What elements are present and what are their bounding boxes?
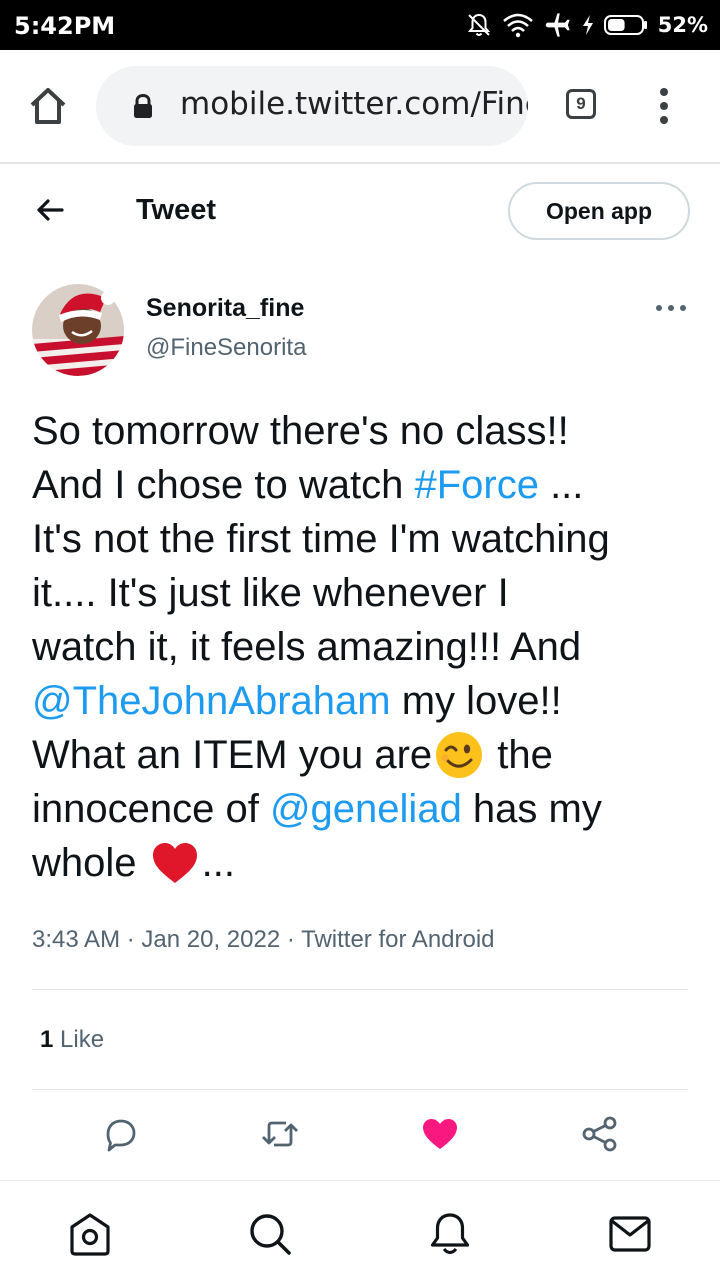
charging-icon — [582, 15, 593, 35]
like-label: Like — [60, 1026, 105, 1053]
tweet-text-segment: the — [486, 733, 553, 777]
messages-icon[interactable] — [608, 1211, 652, 1257]
tweet-time[interactable]: 3:43 AM — [32, 926, 120, 953]
tweet-text-segment: So tomorrow there's no class!! — [32, 409, 569, 453]
tweet-text-line: it.... It's just like whenever I — [32, 566, 698, 620]
tweet-text-line: It's not the first time I'm watching — [32, 512, 698, 566]
user-handle[interactable]: @FineSenorita — [146, 334, 306, 362]
status-time: 5:42PM — [14, 12, 116, 40]
tweet-text-segment: What an ITEM you are — [32, 733, 433, 777]
tweet-text-segment: has my — [461, 787, 602, 831]
mention-link[interactable]: @geneliad — [270, 787, 462, 831]
home-icon[interactable] — [26, 84, 70, 128]
tweet-text-segment: And I chose to watch — [32, 463, 415, 507]
tweet-meta: 3:43 AM · Jan 20, 2022 · Twitter for And… — [32, 926, 495, 954]
more-options-icon[interactable] — [654, 300, 688, 316]
battery-percent: 52% — [657, 13, 708, 37]
winking-face-emoji — [432, 730, 486, 780]
arrow-left-icon[interactable] — [32, 192, 68, 228]
tweet-text-segment: innocence of — [32, 787, 270, 831]
divider — [32, 1089, 688, 1090]
airplane-icon — [545, 13, 570, 37]
meta-separator: · — [126, 926, 135, 953]
status-bar: 5:42PM 52% — [0, 0, 720, 50]
page-title: Tweet — [136, 194, 217, 226]
meta-separator: · — [286, 926, 295, 953]
tweet-text-segment: ... — [538, 463, 584, 507]
tweet-text-line: So tomorrow there's no class!! — [32, 404, 698, 458]
tweet-text-segment: It's not the first time I'm watching — [32, 517, 610, 561]
page-header: Tweet Open app — [0, 164, 720, 258]
tweet-text-line: @TheJohnAbraham my love!! — [32, 674, 698, 728]
tweet-source[interactable]: Twitter for Android — [301, 926, 494, 953]
wifi-icon — [502, 13, 533, 38]
tweet-text-line: watch it, it feels amazing!!! And — [32, 620, 698, 674]
tweet-text-line: whole ... — [32, 836, 698, 890]
tweet-text-line: innocence of @geneliad has my — [32, 782, 698, 836]
mention-link[interactable]: @TheJohnAbraham — [32, 679, 391, 723]
tab-switcher-button[interactable]: 9 — [566, 89, 596, 119]
bottom-navigation — [0, 1180, 720, 1281]
status-icons: 52% — [466, 8, 708, 42]
home-icon[interactable] — [68, 1211, 112, 1257]
share-icon[interactable] — [580, 1114, 620, 1154]
like-count: 1 — [40, 1026, 54, 1053]
tweet-text-segment: ... — [201, 841, 235, 885]
url-text: mobile.twitter.com/FineSenorita — [180, 86, 528, 122]
tweet-text: So tomorrow there's no class!! And I chos… — [32, 404, 698, 890]
address-bar[interactable]: mobile.twitter.com/FineSenorita — [96, 66, 528, 146]
hashtag-link[interactable]: #Force — [414, 463, 539, 507]
red-heart-emoji — [148, 838, 202, 888]
search-icon[interactable] — [248, 1211, 292, 1257]
battery-icon — [603, 15, 647, 35]
tweet-text-segment: it.... It's just like whenever I — [32, 571, 509, 615]
reply-icon[interactable] — [100, 1114, 140, 1154]
display-name[interactable]: Senorita_fine — [146, 294, 304, 323]
browser-toolbar: mobile.twitter.com/FineSenorita 9 — [0, 50, 720, 164]
like-icon[interactable] — [420, 1114, 460, 1154]
like-count-link[interactable]: 1 Like — [40, 1026, 104, 1054]
mute-icon — [467, 13, 490, 36]
tweet-text-segment: my love!! — [390, 679, 562, 723]
tweet-text-segment: whole — [32, 841, 148, 885]
tweet-text-segment: watch it, it feels amazing!!! And — [32, 625, 582, 669]
tweet-text-line: What an ITEM you are the — [32, 728, 698, 782]
tweet-date[interactable]: Jan 20, 2022 — [141, 926, 280, 953]
retweet-icon[interactable] — [260, 1114, 300, 1154]
divider — [32, 989, 688, 990]
notifications-icon[interactable] — [428, 1211, 472, 1257]
tweet-text-line: And I chose to watch #Force ... — [32, 458, 698, 512]
avatar[interactable] — [32, 284, 124, 376]
open-app-button[interactable]: Open app — [508, 182, 690, 240]
kebab-menu-icon[interactable] — [650, 84, 678, 128]
lock-icon — [134, 94, 152, 118]
